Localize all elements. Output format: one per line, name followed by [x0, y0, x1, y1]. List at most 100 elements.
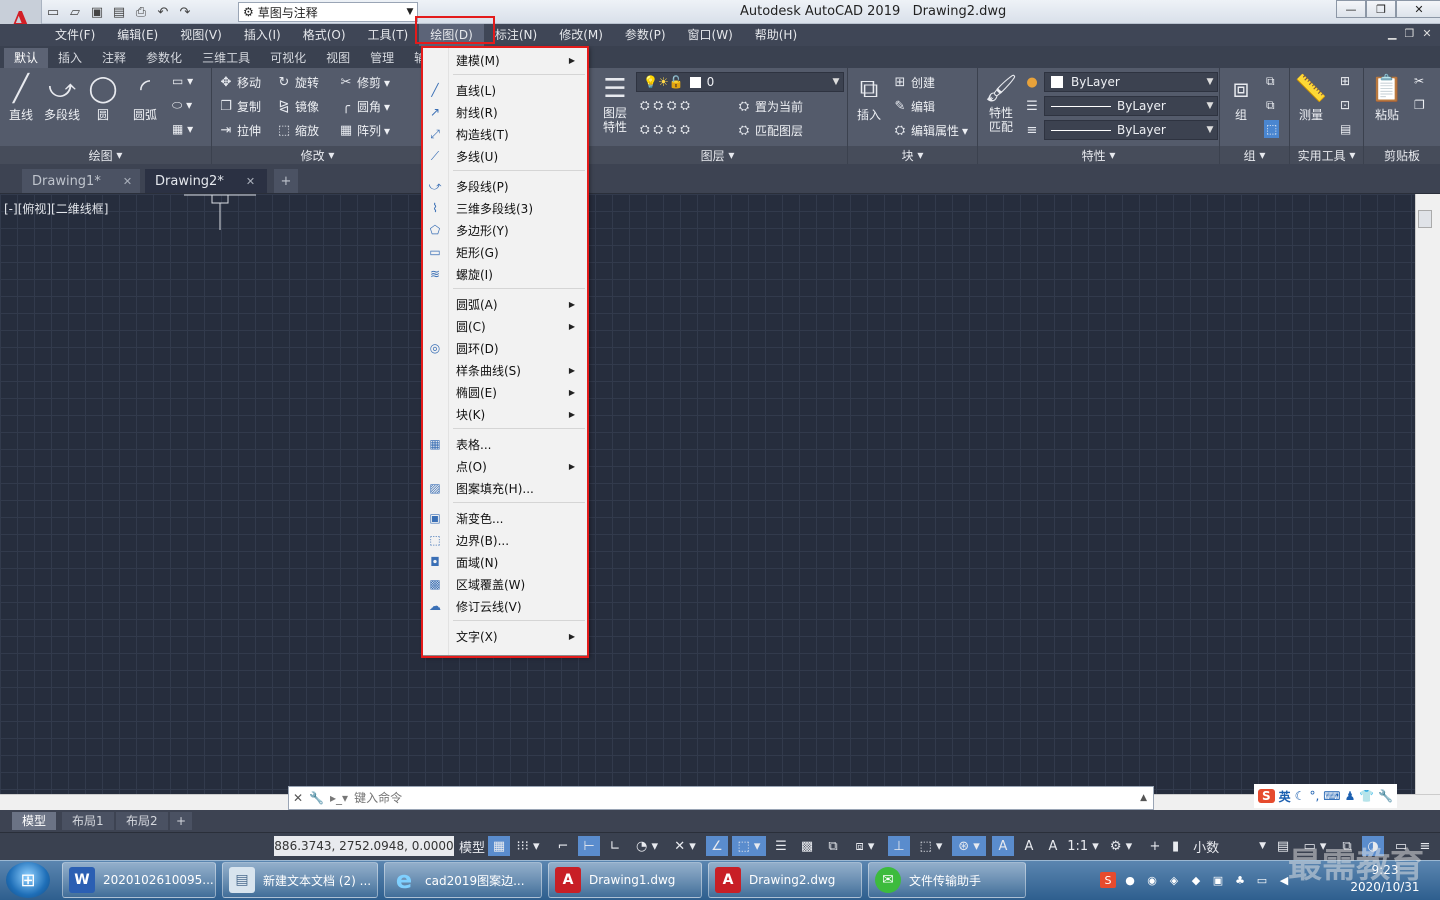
3d-osnap-icon[interactable]: ⧈ ▾ — [848, 836, 882, 856]
gizmo-icon[interactable]: ⊛ ▾ — [952, 836, 986, 856]
new-file-icon[interactable]: ▭ — [44, 3, 62, 21]
nvidia-icon[interactable]: ▣ — [1210, 872, 1226, 888]
menu-parametric[interactable]: 参数(P) — [614, 24, 677, 46]
ellipse-icon[interactable]: ⬭ ▾ — [172, 98, 192, 113]
sogou-tray-icon[interactable]: S — [1100, 872, 1116, 888]
doc-close-icon[interactable]: ✕ — [1422, 27, 1431, 40]
annotation-scale-value[interactable]: 1:1 ▾ — [1066, 836, 1100, 856]
qq-icon[interactable]: ♣ — [1232, 872, 1248, 888]
scale-button[interactable]: ⬚ 缩放 — [276, 122, 319, 139]
menu-help[interactable]: 帮助(H) — [744, 24, 808, 46]
taskbar-item-notepad[interactable]: ▤ 新建文本文档 (2) ... — [222, 862, 378, 898]
edit-block-button[interactable]: ✎ 编辑 — [892, 98, 935, 115]
paste-button[interactable]: 📋 粘贴 — [1370, 72, 1404, 123]
insert-block-button[interactable]: ⧉ 插入 — [852, 72, 886, 123]
network-drive-icon[interactable]: ◆ — [1188, 872, 1204, 888]
circle-button[interactable]: ◯ 圆 — [86, 72, 120, 123]
auto-scale-icon[interactable]: A — [1018, 836, 1040, 856]
edit-attributes-button[interactable]: ⛭ 编辑属性 ▾ — [892, 122, 968, 139]
transparency-icon[interactable]: ▩ — [796, 836, 818, 856]
menu-format[interactable]: 格式(O) — [292, 24, 357, 46]
tab-3d-tools[interactable]: 三维工具 — [192, 48, 260, 68]
open-folder-icon[interactable]: ▱ — [66, 3, 84, 21]
selection-cycling-icon[interactable]: ⧉ — [822, 836, 844, 856]
tab-view[interactable]: 视图 — [316, 48, 360, 68]
vertical-scrollbar[interactable] — [1415, 194, 1440, 794]
annotation-scale-icon[interactable]: A — [1042, 836, 1064, 856]
new-tab-button[interactable]: + — [274, 169, 298, 193]
start-button[interactable]: ⊞ — [6, 862, 50, 898]
add-layout-button[interactable]: + — [170, 812, 193, 830]
line-button[interactable]: ╱ 直线 — [4, 72, 38, 123]
drawing-canvas[interactable] — [0, 194, 1415, 794]
model-space-button[interactable]: 模型 — [458, 836, 486, 856]
tab-visualize[interactable]: 可视化 — [260, 48, 316, 68]
group-button[interactable]: ⧈ 组 — [1224, 72, 1258, 123]
panel-draw-title[interactable]: 绘图 ▾ — [0, 146, 211, 164]
polyline-button[interactable]: ⤻ 多段线 — [44, 72, 80, 123]
keyboard-icon[interactable]: ⌨ — [1323, 789, 1340, 803]
panel-utilities-title[interactable]: 实用工具 ▾ — [1290, 146, 1363, 164]
doc-restore-icon[interactable]: ❐ — [1404, 27, 1414, 40]
taskbar-item-drawing2[interactable]: A Drawing2.dwg — [708, 862, 862, 898]
user-icon[interactable]: ♟ — [1345, 789, 1356, 803]
array-button[interactable]: ▦ 阵列 ▾ — [338, 122, 390, 139]
rotate-button[interactable]: ↻ 旋转 — [276, 74, 319, 91]
rectangle-icon[interactable]: ▭ ▾ — [172, 74, 193, 88]
close-icon[interactable]: ✕ — [123, 175, 132, 188]
tab-default[interactable]: 默认 — [4, 48, 49, 68]
layer-properties-button[interactable]: ☰ 图层 特性 — [598, 72, 632, 134]
workspace-switch-icon[interactable]: ⚙ ▾ — [1104, 836, 1138, 856]
redo-icon[interactable]: ↷ — [176, 3, 194, 21]
dynamic-ucs-icon[interactable]: ⊥ — [888, 836, 910, 856]
copy-clip-icon[interactable]: ❐ — [1414, 98, 1425, 112]
color-dropdown[interactable]: ByLayer ▼ — [1044, 72, 1218, 92]
object-snap-tracking-icon[interactable]: ∠ — [706, 836, 728, 856]
ungroup-icon[interactable]: ⧉ — [1266, 74, 1275, 89]
coordinate-readout[interactable]: 886.3743, 2752.0948, 0.0000 — [274, 836, 454, 856]
save-as-icon[interactable]: ▤ — [110, 3, 128, 21]
vertical-scroll-thumb[interactable] — [1418, 210, 1432, 228]
layer-dropdown[interactable]: 💡☀🔓 0 ▼ — [636, 72, 844, 92]
ortho-icon[interactable]: ∟ — [604, 836, 626, 856]
hatch-icon[interactable]: ▦ ▾ — [172, 122, 193, 136]
maximize-button[interactable]: ❐ — [1366, 0, 1396, 18]
tab-annotate[interactable]: 注释 — [92, 48, 136, 68]
linetype-dropdown[interactable]: ByLayer ▼ — [1044, 120, 1218, 140]
close-button[interactable]: ✕ — [1396, 0, 1440, 18]
stretch-button[interactable]: ⇥ 拉伸 — [218, 122, 261, 139]
calculator-icon[interactable]: ▤ — [1340, 122, 1351, 136]
menu-modify[interactable]: 修改(M) — [548, 24, 614, 46]
lineweight-toggle-icon[interactable]: ☰ — [770, 836, 792, 856]
isodraft-icon[interactable]: ✕ ▾ — [668, 836, 702, 856]
menu-window[interactable]: 窗口(W) — [677, 24, 744, 46]
ime-toolbar[interactable]: S 英 ☾ °, ⌨ ♟ 👕 🔧 — [1254, 784, 1398, 808]
workspace-selector[interactable]: ⚙ 草图与注释 ▼ — [238, 2, 418, 22]
doc-minimize-icon[interactable]: ▁ — [1388, 27, 1396, 40]
selection-filter-icon[interactable]: ⬚ ▾ — [914, 836, 948, 856]
create-block-button[interactable]: ⊞ 创建 — [892, 74, 935, 91]
infer-constraints-icon[interactable]: ⌐ — [552, 836, 574, 856]
menu-file[interactable]: 文件(F) — [44, 24, 106, 46]
taskbar-item-ie[interactable]: e cad2019图案边... — [384, 862, 542, 898]
command-prompt-icon[interactable]: ▸_▾ — [330, 791, 348, 805]
panel-properties-title[interactable]: 特性 ▾ — [978, 146, 1219, 164]
lineweight-dropdown[interactable]: ByLayer ▼ — [1044, 96, 1218, 116]
set-current-button[interactable]: ⛭ 置为当前 — [736, 98, 803, 115]
panel-block-title[interactable]: 块 ▾ — [848, 146, 977, 164]
punctuation-icon[interactable]: °, — [1309, 789, 1319, 803]
save-icon[interactable]: ▣ — [88, 3, 106, 21]
move-button[interactable]: ✥ 移动 — [218, 74, 261, 91]
trim-button[interactable]: ✂ 修剪 ▾ — [338, 74, 391, 91]
panel-modify-title[interactable]: 修改 ▾ — [212, 146, 423, 164]
snap-toggle-icon[interactable]: ⁝⁝⁝ ▾ — [512, 836, 544, 856]
cut-icon[interactable]: ✂ — [1414, 74, 1424, 88]
menu-view[interactable]: 视图(V) — [169, 24, 233, 46]
dynamic-input-icon[interactable]: ⊢ — [578, 836, 600, 856]
shirt-icon[interactable]: 👕 — [1359, 789, 1374, 803]
panel-groups-title[interactable]: 组 ▾ — [1220, 146, 1289, 164]
minimize-button[interactable]: — — [1336, 0, 1366, 18]
units-dropdown[interactable]: ▮ 小数 ▼ — [1172, 836, 1270, 856]
polar-tracking-icon[interactable]: ◔ ▾ — [630, 836, 664, 856]
command-input[interactable] — [354, 791, 955, 805]
